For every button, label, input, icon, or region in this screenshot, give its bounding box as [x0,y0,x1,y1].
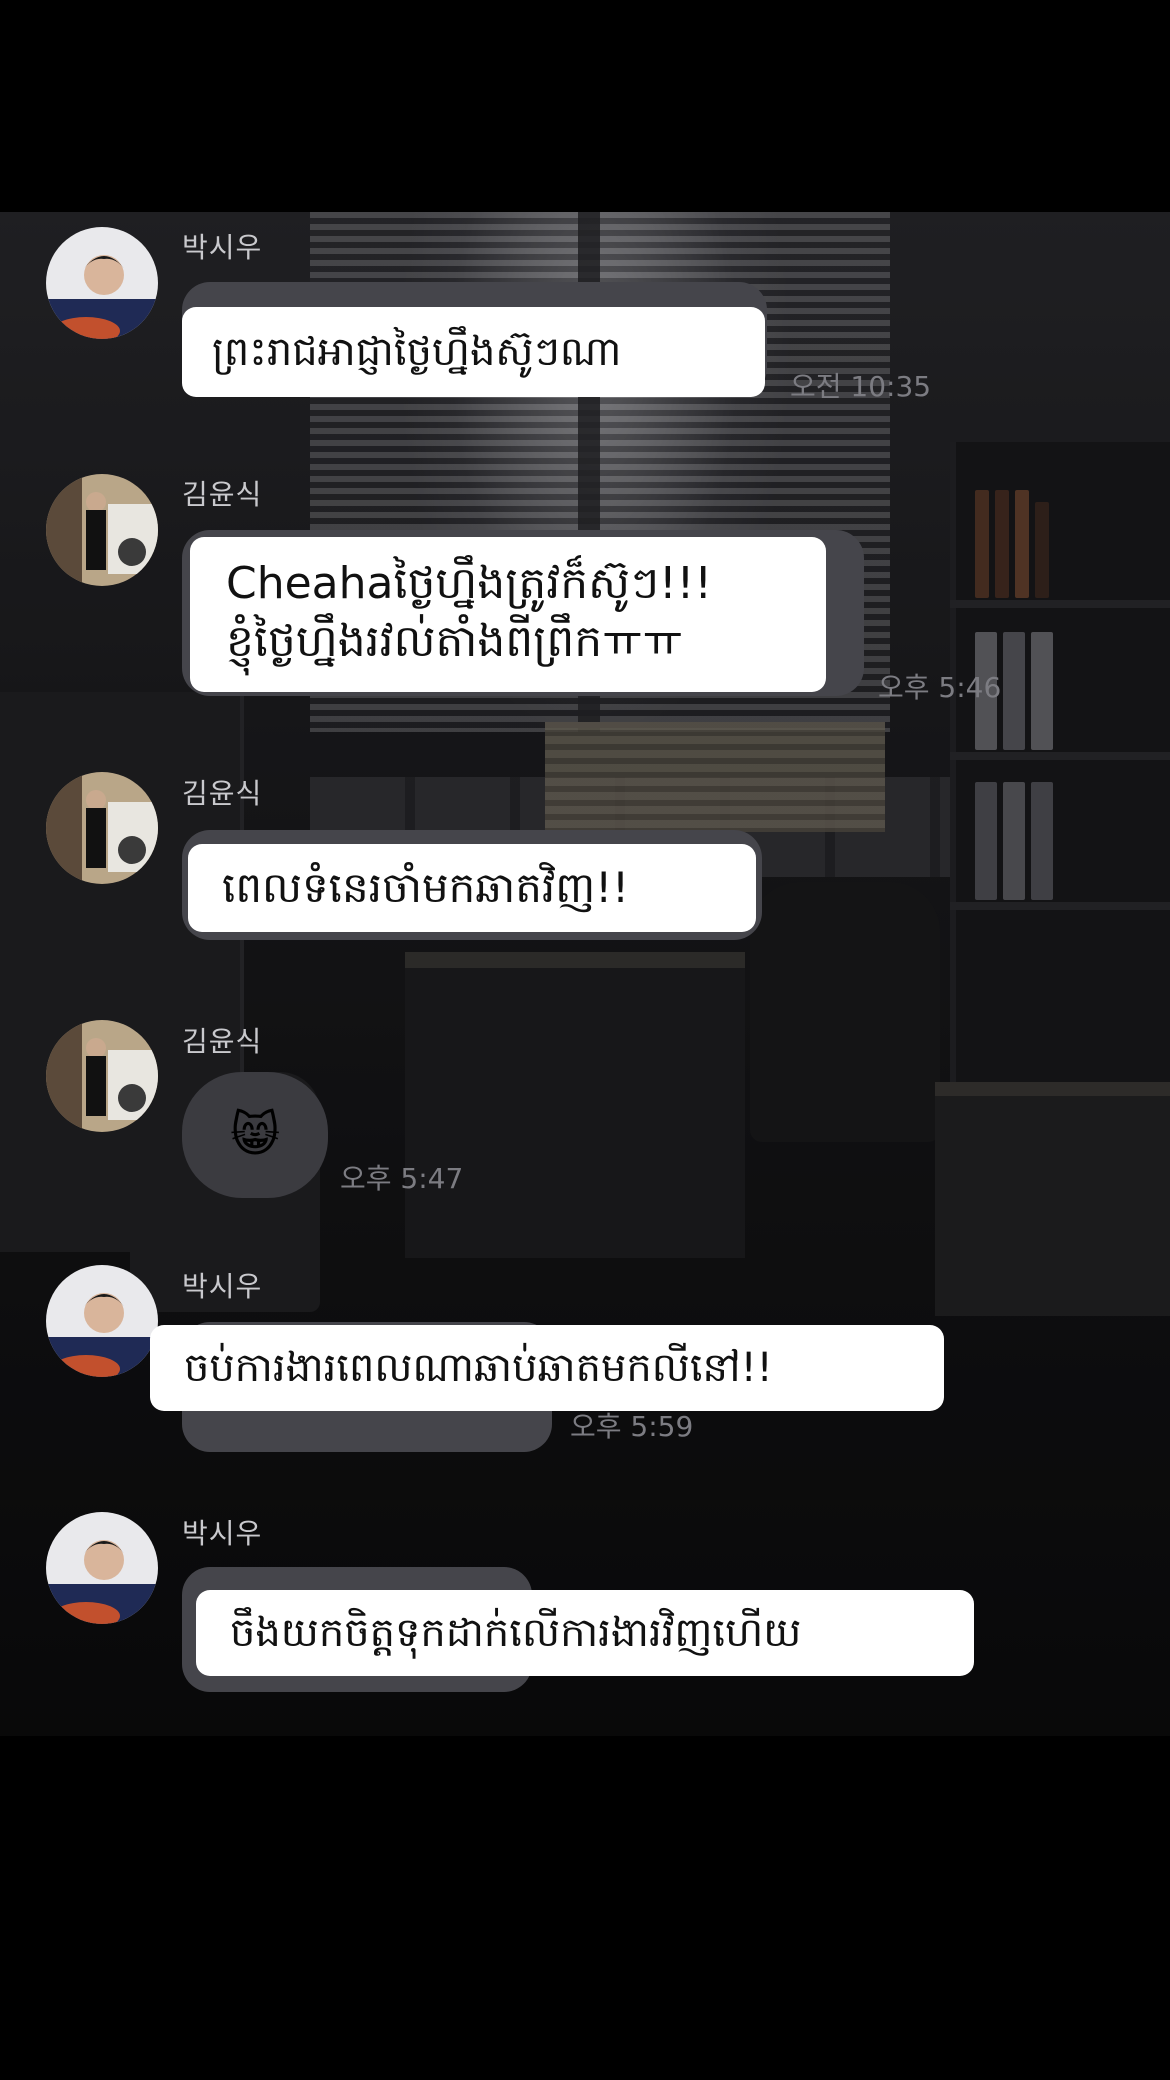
sender-name: 박시우 [182,1517,263,1550]
message-bubble[interactable]: ចប់ការងារពេលណាឆាប់ឆាតមកលីនៅ!! [150,1325,944,1411]
avatar-kim-yunsik-icon[interactable] [46,1020,158,1132]
emoji-bubble[interactable]: 😸 [182,1072,328,1198]
avatar-kim-yunsik-icon[interactable] [46,474,158,586]
message-bubble[interactable]: ព្រះរាជអាជ្ញាថ្ងៃហ្នឹងស៊ូៗណា [182,307,765,397]
avatar-kim-yunsik-icon[interactable] [46,772,158,884]
message-bubble[interactable]: Cheahaថ្ងៃហ្នឹងត្រូវក៏ស៊ូៗ!!! ខ្ញុំថ្ងៃហ… [190,537,826,692]
avatar-park-siwoo-icon[interactable] [46,227,158,339]
chat-background: 박시우 ព្រះរាជអាជ្ញាថ្ងៃហ្នឹងស៊ូៗណា 오전 10:3… [0,212,1170,1736]
sender-name: 김윤식 [182,777,263,810]
sender-name: 박시우 [182,1270,263,1303]
message-time: 오후 5:47 [340,1162,464,1195]
avatar-park-siwoo-icon[interactable] [46,1265,158,1377]
sender-name: 김윤식 [182,478,263,511]
avatar-park-siwoo-icon[interactable] [46,1512,158,1624]
message-bubble[interactable]: ចឹងយកចិត្តទុកដាក់លើការងារវិញហើយ [196,1590,974,1676]
message-time: 오전 10:35 [790,370,932,403]
sender-name: 김윤식 [182,1025,263,1058]
background-dim [0,212,1170,1736]
message-bubble[interactable]: ពេលទំនេរចាំមកឆាតវិញ!! [188,844,756,932]
message-time: 오후 5:59 [570,1410,694,1443]
cat-emoji-icon: 😸 [229,1107,281,1163]
message-line: Cheahaថ្ងៃហ្នឹងត្រូវក៏ស៊ូៗ!!! [226,558,712,609]
sender-name: 박시우 [182,231,263,264]
message-line: ខ្ញុំថ្ងៃហ្នឹងរវល់តាំងពីព្រឹកㅠㅠ [226,616,684,667]
message-time: 오후 5:46 [878,671,1002,704]
